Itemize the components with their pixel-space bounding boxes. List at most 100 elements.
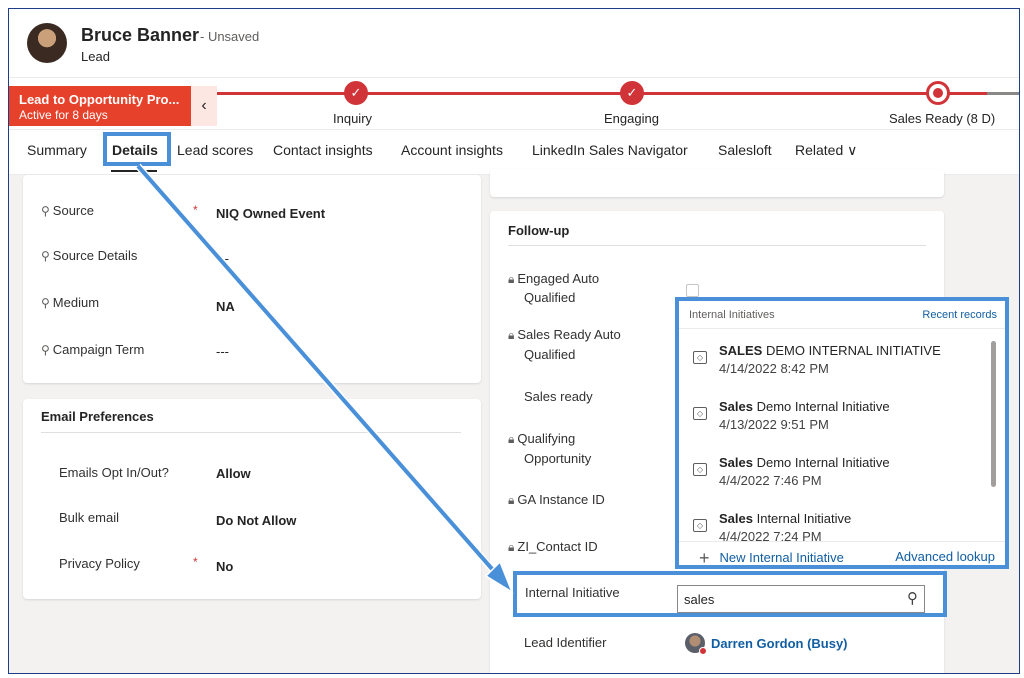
stage-engaging-label[interactable]: Engaging: [604, 111, 659, 126]
emails-opt-label: Emails Opt In/Out?: [59, 465, 169, 480]
record-icon: ◇: [693, 407, 707, 420]
result-date: 4/14/2022 8:42 PM: [719, 361, 829, 376]
search-icon: ⚲: [41, 204, 50, 218]
record-icon: ◇: [693, 519, 707, 532]
busy-status-icon: [699, 647, 707, 655]
stage-sales-ready-icon[interactable]: [926, 81, 950, 105]
tab-salesloft[interactable]: Salesloft: [718, 142, 772, 158]
dropdown-scrollbar[interactable]: [991, 341, 996, 487]
record-icon: ◇: [693, 351, 707, 364]
lookup-result[interactable]: ◇ Sales Demo Internal Initiative 4/4/202…: [679, 441, 995, 497]
search-icon: ⚲: [41, 249, 50, 263]
sales-ready-auto-qualified-label: 🔒︎ Sales Ready Auto: [508, 327, 621, 342]
process-name: Lead to Opportunity Pro...: [19, 92, 180, 107]
record-icon: ◇: [693, 463, 707, 476]
process-flag[interactable]: Lead to Opportunity Pro... Active for 8 …: [9, 86, 191, 126]
details-tab-highlight: [103, 132, 171, 166]
tab-contact-insights[interactable]: Contact insights: [273, 142, 373, 158]
result-date: 4/4/2022 7:46 PM: [719, 473, 822, 488]
app-window: Bruce Banner - Unsaved Lead Lead to Oppo…: [8, 8, 1020, 674]
section-divider: [41, 432, 461, 433]
medium-value[interactable]: NA: [216, 299, 235, 314]
source-label: ⚲ Source: [41, 203, 94, 218]
required-marker: *: [193, 555, 198, 569]
engaged-auto-qualified-label-cont: Qualified: [524, 290, 576, 305]
engaged-auto-qualified-label: 🔒︎ Engaged Auto: [508, 271, 600, 286]
section-divider: [508, 245, 926, 246]
search-icon[interactable]: ⚲: [907, 589, 918, 607]
dropdown-header: Internal Initiatives Recent records: [679, 301, 1005, 329]
section-title: Follow-up: [508, 223, 570, 238]
stage-sales-ready-label[interactable]: Sales Ready (8 D): [889, 111, 995, 126]
campaign-term-value[interactable]: ---: [216, 344, 229, 359]
result-name: Sales Demo Internal Initiative: [719, 455, 890, 470]
plus-icon: +: [699, 548, 710, 568]
internal-initiative-label: Internal Initiative: [525, 585, 620, 600]
lock-icon: 🔒︎: [508, 493, 515, 507]
unsaved-status: - Unsaved: [200, 29, 260, 44]
internal-initiative-value: sales: [684, 592, 715, 607]
zi-contact-id-label: 🔒︎ ZI_Contact ID: [508, 539, 598, 554]
ga-instance-id-label: 🔒︎ GA Instance ID: [508, 492, 605, 507]
lead-identifier-value[interactable]: Darren Gordon (Busy): [711, 636, 848, 651]
qualifying-opportunity-label-cont: Opportunity: [524, 451, 592, 466]
stage-progress-line: [217, 92, 987, 95]
bulk-email-label: Bulk email: [59, 510, 119, 525]
entity-type: Lead: [81, 49, 110, 64]
campaign-term-label: ⚲ Campaign Term: [41, 342, 145, 357]
tab-lead-scores[interactable]: Lead scores: [177, 142, 253, 158]
avatar: [27, 23, 67, 63]
lock-icon: 🔒︎: [508, 540, 515, 554]
engaged-auto-qualified-checkbox[interactable]: [686, 284, 699, 297]
record-name: Bruce Banner: [81, 25, 200, 45]
process-duration: Active for 8 days: [19, 108, 108, 122]
tab-related[interactable]: Related ∨: [795, 142, 857, 159]
business-process-flow: Lead to Opportunity Pro... Active for 8 …: [9, 77, 1019, 129]
lock-icon: 🔒︎: [508, 328, 515, 342]
lock-icon: 🔒︎: [508, 272, 515, 286]
source-value[interactable]: NIQ Owned Event: [216, 206, 325, 221]
tab-account-insights[interactable]: Account insights: [401, 142, 503, 158]
previous-section-bottom: [490, 169, 944, 197]
sales-ready-auto-qualified-label-cont: Qualified: [524, 347, 576, 362]
privacy-policy-label: Privacy Policy: [59, 556, 140, 571]
recent-records-link[interactable]: Recent records: [922, 309, 997, 321]
search-icon: ⚲: [41, 343, 50, 357]
result-date: 4/13/2022 9:51 PM: [719, 417, 829, 432]
record-header: Bruce Banner - Unsaved Lead: [9, 9, 1019, 77]
bulk-email-value[interactable]: Do Not Allow: [216, 513, 296, 528]
new-internal-initiative-button[interactable]: + New Internal Initiative: [699, 548, 844, 568]
stage-engaging-check-icon[interactable]: ✓: [620, 81, 644, 105]
result-name: SALES DEMO INTERNAL INITIATIVE: [719, 343, 941, 358]
internal-initiative-input[interactable]: sales ⚲: [677, 585, 925, 613]
qualifying-opportunity-label: 🔒︎ Qualifying: [508, 431, 576, 446]
sales-ready-label: Sales ready: [524, 389, 593, 404]
tab-linkedin-sales-navigator[interactable]: LinkedIn Sales Navigator: [532, 142, 688, 158]
source-details-label: ⚲ Source Details: [41, 248, 138, 263]
privacy-policy-value[interactable]: No: [216, 559, 233, 574]
result-name: Sales Internal Initiative: [719, 511, 852, 526]
search-icon: ⚲: [41, 296, 50, 310]
stage-inquiry-label[interactable]: Inquiry: [333, 111, 372, 126]
lead-identifier-label: Lead Identifier: [524, 635, 607, 650]
advanced-lookup-link[interactable]: Advanced lookup: [895, 549, 995, 564]
result-name: Sales Demo Internal Initiative: [719, 399, 890, 414]
source-section: ⚲ Source * NIQ Owned Event ⚲ Source Detail…: [23, 175, 481, 383]
lookup-dropdown: Internal Initiatives Recent records ◇ SA…: [675, 297, 1009, 569]
section-title: Email Preferences: [41, 409, 154, 424]
stage-inquiry-check-icon[interactable]: ✓: [344, 81, 368, 105]
stage-remaining-line: [987, 92, 1019, 95]
emails-opt-value[interactable]: Allow: [216, 466, 251, 481]
tab-selected-underline: [111, 170, 157, 172]
dropdown-footer: + New Internal Initiative Advanced lookup: [679, 541, 1005, 568]
medium-label: ⚲ Medium: [41, 295, 100, 310]
tab-summary[interactable]: Summary: [27, 142, 87, 158]
source-details-value[interactable]: ---: [216, 251, 229, 266]
lock-icon: 🔒︎: [508, 432, 515, 446]
chevron-left-icon[interactable]: ‹: [191, 86, 217, 126]
lookup-result[interactable]: ◇ SALES DEMO INTERNAL INITIATIVE 4/14/20…: [679, 329, 995, 385]
required-marker: *: [193, 203, 198, 217]
lookup-result[interactable]: ◇ Sales Demo Internal Initiative 4/13/20…: [679, 385, 995, 441]
email-preferences-section: Email Preferences Emails Opt In/Out? All…: [23, 399, 481, 599]
dropdown-entity-label: Internal Initiatives: [689, 309, 775, 321]
